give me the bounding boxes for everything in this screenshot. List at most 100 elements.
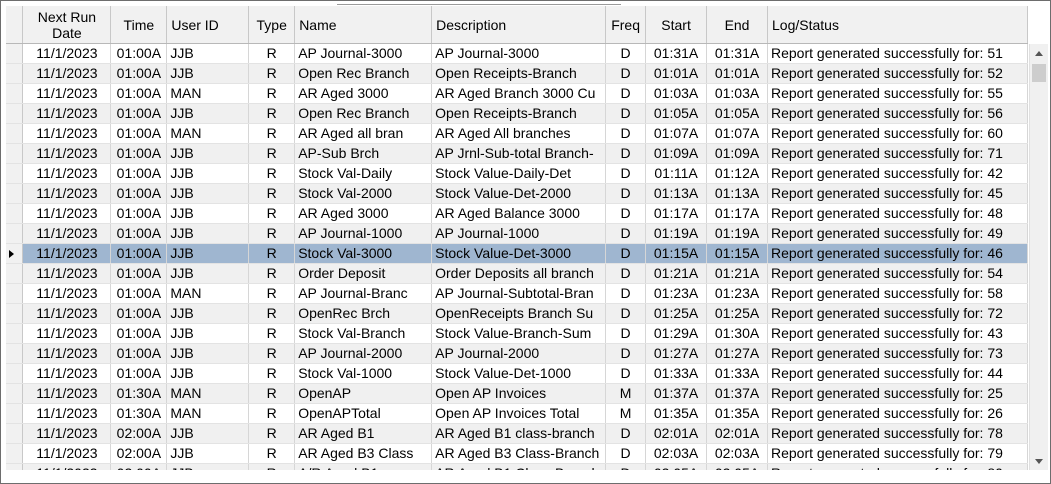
row-header[interactable] xyxy=(6,223,24,244)
cell-time[interactable]: 01:00A xyxy=(110,283,168,304)
scrollbar-thumb[interactable] xyxy=(1032,64,1046,82)
row-header[interactable] xyxy=(6,343,24,364)
cell-description[interactable]: AP Journal-2000 xyxy=(431,343,607,364)
cell-name[interactable]: AP-Sub Brch xyxy=(294,143,433,164)
cell-description[interactable]: OpenReceipts Branch Su xyxy=(431,303,607,324)
cell-end[interactable]: 01:17A xyxy=(706,203,768,224)
cell-user-id[interactable]: MAN xyxy=(166,383,250,404)
cell-log-status[interactable]: Report generated successfully for: 26 xyxy=(767,403,1028,424)
row-header[interactable] xyxy=(6,403,24,424)
cell-time[interactable]: 01:00A xyxy=(110,243,168,264)
cell-log-status[interactable]: Report generated successfully for: 46 xyxy=(767,243,1028,264)
cell-type[interactable]: R xyxy=(248,383,296,404)
cell-start[interactable]: 01:29A xyxy=(645,323,708,344)
cell-log-status[interactable]: Report generated successfully for: 54 xyxy=(767,263,1028,284)
column-header-start[interactable]: Start xyxy=(645,6,708,44)
cell-name[interactable]: AP Journal-2000 xyxy=(294,343,433,364)
cell-time[interactable]: 01:30A xyxy=(110,403,168,424)
row-header[interactable] xyxy=(6,163,24,184)
cell-freq[interactable]: D xyxy=(605,123,647,144)
cell-start[interactable]: 01:07A xyxy=(645,123,708,144)
cell-type[interactable]: R xyxy=(248,403,296,424)
cell-freq[interactable]: D xyxy=(605,343,647,364)
cell-log-status[interactable]: Report generated successfully for: 58 xyxy=(767,283,1028,304)
cell-user-id[interactable]: JJB xyxy=(166,163,250,184)
cell-log-status[interactable]: Report generated successfully for: 42 xyxy=(767,163,1028,184)
cell-user-id[interactable]: JJB xyxy=(166,223,250,244)
cell-log-status[interactable]: Report generated successfully for: 48 xyxy=(767,203,1028,224)
table-row[interactable]: 11/1/2023 01:00A JJB R AP Journal-1000 AP Jou… xyxy=(6,223,1028,244)
cell-user-id[interactable]: JJB xyxy=(166,143,250,164)
cell-time[interactable]: 01:00A xyxy=(110,43,168,64)
cell-type[interactable]: R xyxy=(248,323,296,344)
cell-end[interactable]: 01:23A xyxy=(706,283,768,304)
cell-description[interactable]: Open AP Invoices xyxy=(431,383,607,404)
row-header-corner[interactable] xyxy=(6,6,24,44)
cell-next-run-date[interactable]: 11/1/2023 xyxy=(22,443,112,464)
cell-time[interactable]: 01:00A xyxy=(110,123,168,144)
table-row[interactable]: 11/1/2023 01:00A JJB R Open Rec Branch Open R… xyxy=(6,63,1028,84)
cell-freq[interactable]: D xyxy=(605,243,647,264)
cell-user-id[interactable]: MAN xyxy=(166,123,250,144)
cell-start[interactable]: 01:03A xyxy=(645,83,708,104)
column-header-type[interactable]: Type xyxy=(248,6,296,44)
cell-log-status[interactable]: Report generated successfully for: 71 xyxy=(767,143,1028,164)
cell-end[interactable]: 01:25A xyxy=(706,303,768,324)
cell-name[interactable]: Order Deposit xyxy=(294,263,433,284)
cell-name[interactable]: OpenAP xyxy=(294,383,433,404)
cell-next-run-date[interactable]: 11/1/2023 xyxy=(22,163,112,184)
cell-next-run-date[interactable]: 11/1/2023 xyxy=(22,43,112,64)
cell-time[interactable]: 01:00A xyxy=(110,163,168,184)
vertical-scrollbar[interactable] xyxy=(1029,44,1048,470)
cell-user-id[interactable]: JJB xyxy=(166,343,250,364)
cell-next-run-date[interactable]: 11/1/2023 xyxy=(22,343,112,364)
cell-start[interactable]: 01:01A xyxy=(645,63,708,84)
cell-time[interactable]: 02:00A xyxy=(110,423,168,444)
table-row[interactable]: 11/1/2023 01:00A JJB R Stock Val-Daily Stock … xyxy=(6,163,1028,184)
cell-log-status[interactable]: Report generated successfully for: 49 xyxy=(767,223,1028,244)
cell-description[interactable]: AP Journal-3000 xyxy=(431,43,607,64)
cell-freq[interactable]: D xyxy=(605,163,647,184)
cell-name[interactable]: AR Aged all bran xyxy=(294,123,433,144)
cell-name[interactable]: AR Aged 3000 xyxy=(294,83,433,104)
row-header[interactable] xyxy=(6,183,24,204)
cell-start[interactable]: 01:09A xyxy=(645,143,708,164)
cell-description[interactable]: AR Aged Balance 3000 xyxy=(431,203,607,224)
cell-next-run-date[interactable]: 11/1/2023 xyxy=(22,83,112,104)
cell-freq[interactable]: D xyxy=(605,63,647,84)
cell-description[interactable]: AP Jrnl-Sub-total Branch- xyxy=(431,143,607,164)
cell-end[interactable]: 01:03A xyxy=(706,83,768,104)
cell-type[interactable]: R xyxy=(248,263,296,284)
row-header[interactable] xyxy=(6,143,24,164)
cell-type[interactable]: R xyxy=(248,83,296,104)
column-header-time[interactable]: Time xyxy=(110,6,168,44)
cell-description[interactable]: Stock Value-Det-3000 xyxy=(431,243,607,264)
cell-user-id[interactable]: JJB xyxy=(166,443,250,464)
row-header[interactable] xyxy=(6,203,24,224)
column-header-description[interactable]: Description xyxy=(431,6,607,44)
cell-type[interactable]: R xyxy=(248,123,296,144)
cell-freq[interactable]: D xyxy=(605,143,647,164)
cell-type[interactable]: R xyxy=(248,443,296,464)
cell-log-status[interactable]: Report generated successfully for: 72 xyxy=(767,303,1028,324)
cell-end[interactable]: 01:07A xyxy=(706,123,768,144)
cell-name[interactable]: Stock Val-Branch xyxy=(294,323,433,344)
cell-user-id[interactable]: JJB xyxy=(166,103,250,124)
cell-time[interactable]: 01:00A xyxy=(110,263,168,284)
cell-user-id[interactable]: JJB xyxy=(166,183,250,204)
cell-next-run-date[interactable]: 11/1/2023 xyxy=(22,283,112,304)
cell-description[interactable]: AP Journal-Subtotal-Bran xyxy=(431,283,607,304)
cell-name[interactable]: OpenRec Brch xyxy=(294,303,433,324)
table-row[interactable]: 11/1/2023 01:00A JJB R AP Journal-3000 AP Jou… xyxy=(6,43,1028,64)
cell-name[interactable]: AR Aged B1 xyxy=(294,423,433,444)
column-header-name[interactable]: Name xyxy=(294,6,433,44)
cell-time[interactable]: 01:00A xyxy=(110,203,168,224)
cell-start[interactable]: 01:37A xyxy=(645,383,708,404)
cell-start[interactable]: 01:33A xyxy=(645,363,708,384)
cell-type[interactable]: R xyxy=(248,203,296,224)
cell-log-status[interactable]: Report generated successfully for: 51 xyxy=(767,43,1028,64)
cell-start[interactable]: 01:11A xyxy=(645,163,708,184)
cell-next-run-date[interactable]: 11/1/2023 xyxy=(22,363,112,384)
cell-description[interactable]: AR Aged B1 class-branch xyxy=(431,423,607,444)
row-header[interactable] xyxy=(6,63,24,84)
